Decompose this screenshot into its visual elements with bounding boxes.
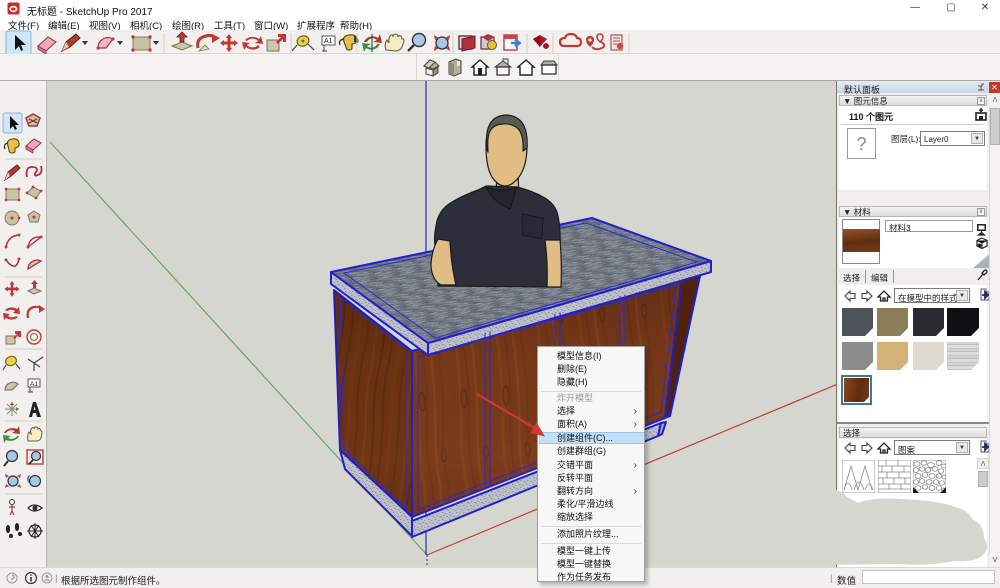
svg-text:A1: A1 (324, 38, 333, 45)
svg-text:A1: A1 (30, 381, 38, 388)
